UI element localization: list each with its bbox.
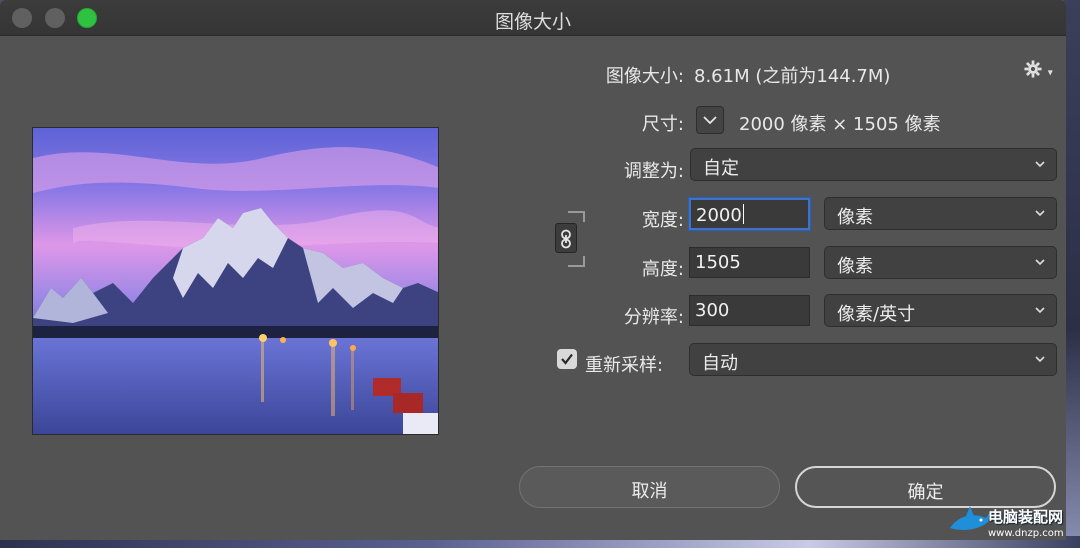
settings-menu-button[interactable]: ▾ (1024, 60, 1053, 83)
fit-to-value: 自定 (703, 158, 739, 179)
window-title: 图像大小 (494, 11, 571, 33)
resample-checkbox[interactable] (557, 349, 577, 369)
landscape-preview-image (33, 128, 438, 434)
chevron-down-icon (1035, 307, 1045, 314)
width-unit-value: 像素 (837, 207, 873, 228)
resample-label: 重新采样: (585, 355, 664, 376)
chevron-down-icon (1035, 259, 1045, 266)
text-caret (742, 204, 744, 224)
dimensions-value: 2000 像素 × 1505 像素 (739, 114, 941, 135)
width-input[interactable]: 2000 (689, 198, 810, 230)
title-bar[interactable]: 图像大小 (0, 0, 1066, 36)
dimensions-label: 尺寸: (641, 114, 684, 135)
resample-method-select[interactable]: 自动 (689, 343, 1057, 376)
chevron-down-icon: ▾ (1047, 67, 1053, 79)
cancel-button[interactable]: 取消 (519, 466, 780, 508)
height-value: 1505 (695, 252, 741, 273)
chevron-down-icon (1035, 210, 1045, 217)
shark-logo-icon (950, 506, 990, 530)
width-value: 2000 (696, 205, 742, 226)
watermark-title: 电脑装配网 (988, 508, 1064, 526)
resolution-value: 300 (695, 300, 730, 321)
height-label: 高度: (641, 259, 684, 280)
fit-to-label: 调整为: (623, 161, 684, 182)
chevron-down-icon (1035, 161, 1045, 168)
resolution-label: 分辨率: (623, 307, 684, 328)
width-unit-select[interactable]: 像素 (824, 197, 1057, 230)
height-input[interactable]: 1505 (689, 247, 810, 278)
resolution-unit-select[interactable]: 像素/英寸 (824, 294, 1057, 327)
fit-to-select[interactable]: 自定 (690, 148, 1057, 181)
chevron-down-icon (703, 116, 717, 125)
constrain-proportions-button[interactable] (555, 223, 577, 253)
dimensions-units-toggle[interactable] (696, 106, 724, 134)
height-unit-select[interactable]: 像素 (824, 246, 1057, 279)
resample-method-value: 自动 (702, 353, 738, 374)
site-watermark: 电脑装配网 www.dnzp.com (948, 502, 1074, 546)
link-icon (561, 229, 571, 249)
checkmark-icon (561, 353, 573, 365)
image-size-value: 8.61M (之前为144.7M) (694, 66, 891, 87)
chevron-down-icon (1035, 356, 1045, 363)
gear-icon (1024, 60, 1042, 78)
width-label: 宽度: (641, 210, 684, 231)
resolution-input[interactable]: 300 (689, 295, 810, 326)
resolution-unit-value: 像素/英寸 (837, 304, 916, 325)
watermark-url: www.dnzp.com (988, 528, 1064, 539)
desktop-background (1064, 0, 1080, 548)
height-unit-value: 像素 (837, 256, 873, 277)
image-size-dialog: 图像大小 图像大小: 8.61M (之前为144.7M) ▾ 尺寸: 2000 … (0, 0, 1066, 540)
image-size-label: 图像大小: (605, 66, 684, 87)
image-preview[interactable] (32, 127, 439, 435)
